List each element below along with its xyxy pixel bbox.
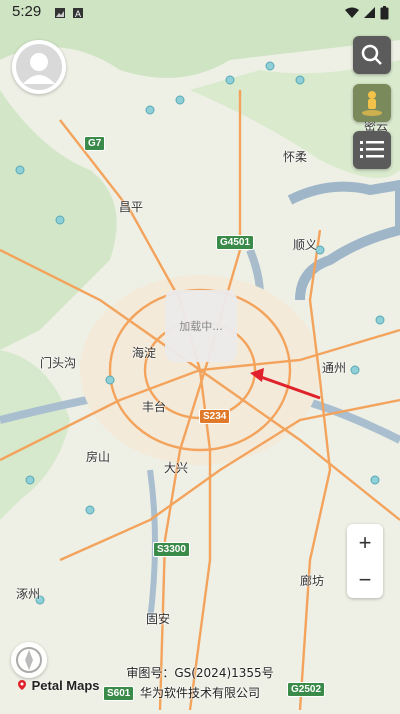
road-shield: G4501 [216,235,255,250]
zoom-out-button[interactable]: − [347,561,383,598]
search-icon [361,44,382,65]
place-label: 房山 [86,450,111,464]
user-avatar[interactable] [12,40,66,94]
road-shield: G7 [84,136,106,151]
list-icon [360,141,384,158]
copyright-line2: 华为软件技术有限公司 [139,686,260,700]
wifi-icon [345,7,359,18]
loading-text: 加载中... [179,320,223,333]
road-shield: S3300 [153,542,190,557]
user-avatar-icon [16,44,62,90]
layers-list-button[interactable] [353,131,391,169]
place-label: 顺义 [293,238,318,252]
zoom-in-button[interactable]: + [347,524,383,561]
status-bar: 5:29 A [0,0,400,26]
loading-indicator: 加载中... [165,290,237,362]
place-label: 海淀 [132,346,157,360]
svg-text:A: A [75,9,81,19]
street-view-button[interactable] [353,84,391,122]
road-shield: S234 [199,409,231,424]
search-button[interactable] [353,36,391,74]
place-label: 门头沟 [40,356,77,370]
place-label: 昌平 [119,200,144,214]
copyright-line1: 审图号：GS(2024)1355号 [126,666,274,680]
place-label: 廊坊 [300,574,325,588]
place-label: 通州 [322,361,347,375]
place-label: 怀柔 [283,150,308,164]
status-time: 5:29 [12,3,42,20]
signal-icon [364,7,375,18]
place-label: 涿州 [16,587,41,601]
app-a-icon: A [73,8,83,19]
place-label: 固安 [146,612,171,626]
street-view-icon [362,91,382,116]
place-label: 大兴 [164,461,189,475]
zoom-control: + − [347,524,383,598]
battery-icon [380,6,389,20]
place-label: 丰台 [142,400,167,414]
image-icon [55,8,65,18]
